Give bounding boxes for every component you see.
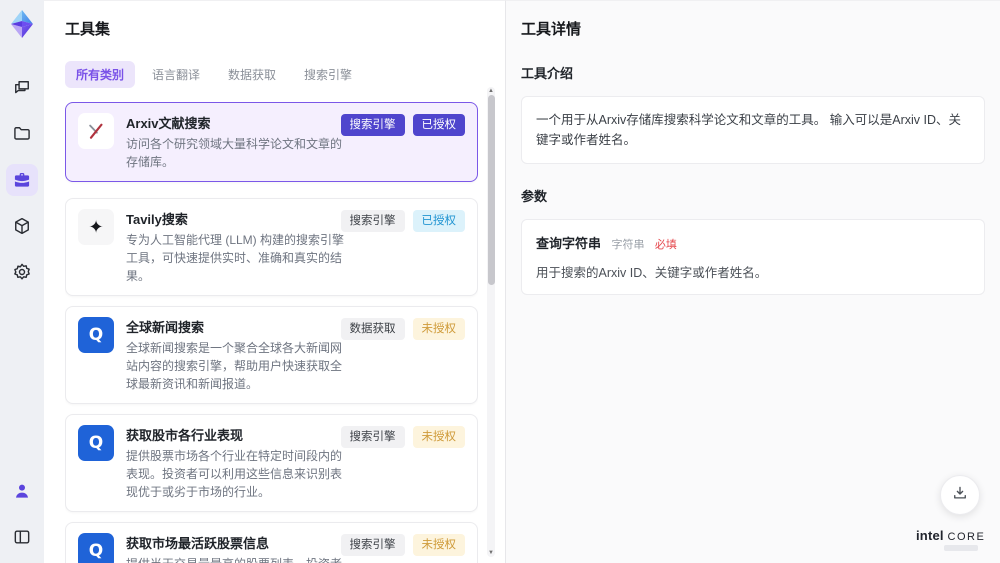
- brand-core: CORE: [947, 531, 986, 543]
- sidebar-item-account[interactable]: [6, 475, 38, 507]
- tool-description: 提供股票市场各个行业在特定时间段内的表现。投资者可以利用这些信息来识别表现优于或…: [126, 449, 343, 499]
- category-badge: 搜索引擎: [340, 210, 405, 233]
- category-badge: 数据获取: [340, 318, 405, 341]
- sidebar-item-collapse[interactable]: [6, 521, 38, 553]
- chat-icon: [12, 78, 32, 98]
- stock-q-icon: Q: [78, 533, 114, 563]
- auth-status-badge: 未授权: [412, 318, 465, 341]
- param-required-badge: 必填: [654, 239, 677, 251]
- tool-description: 全球新闻搜索是一个聚合全球各大新闻网站内容的搜索引擎，帮助用户快速获取全球最新资…: [126, 341, 343, 391]
- download-button[interactable]: [940, 475, 980, 515]
- auth-status-badge: 未授权: [412, 534, 465, 557]
- category-badge: 搜索引擎: [340, 534, 405, 557]
- tool-name: Arxiv文献搜索: [126, 116, 211, 131]
- intro-box: 一个用于从Arxiv存储库搜索科学论文和文章的工具。 输入可以是Arxiv ID…: [521, 96, 985, 164]
- tool-name: 全球新闻搜索: [126, 320, 205, 335]
- param-type: 字符串: [611, 239, 645, 251]
- gear-icon: [12, 262, 32, 282]
- sidebar-item-tools[interactable]: [6, 164, 38, 196]
- folder-icon: [12, 124, 32, 144]
- app-logo-icon: [7, 8, 37, 40]
- intro-text: 一个用于从Arxiv存储库搜索科学论文和文章的工具。 输入可以是Arxiv ID…: [536, 113, 962, 147]
- scrollbar-thumb[interactable]: [487, 95, 495, 285]
- page-title: 工具集: [65, 21, 111, 38]
- category-badge: 搜索引擎: [340, 114, 405, 137]
- sidebar-item-chat[interactable]: [6, 72, 38, 104]
- brand-sub-mark: [944, 545, 978, 551]
- tool-card-sector-performance[interactable]: Q 获取股市各行业表现 提供股票市场各个行业在特定时间段内的表现。投资者可以利用…: [65, 414, 478, 512]
- tool-card-tavily[interactable]: ✦ Tavily搜索 专为人工智能代理 (LLM) 构建的搜索引擎工具，可快速提…: [65, 198, 478, 296]
- sidebar-item-packages[interactable]: [6, 210, 38, 242]
- tool-description: 提供当天交易量最高的股票列表。投资者可以利用这些信息来识别流动性强的股票和潜在的…: [126, 555, 347, 563]
- tool-name: Tavily搜索: [126, 212, 188, 227]
- tool-card-most-active-stocks[interactable]: Q 获取市场最活跃股票信息 提供当天交易量最高的股票列表。投资者可以利用这些信息…: [65, 522, 478, 563]
- brand-intel: intel: [916, 528, 944, 543]
- details-title: 工具详情: [521, 21, 582, 38]
- tab-all-categories[interactable]: 所有类别: [65, 61, 136, 88]
- sidebar-item-files[interactable]: [6, 118, 38, 150]
- param-name: 查询字符串: [536, 236, 602, 251]
- tool-details-panel: 工具详情 工具介绍 一个用于从Arxiv存储库搜索科学论文和文章的工具。 输入可…: [505, 0, 1000, 563]
- scroll-down-icon[interactable]: ▼: [488, 550, 494, 556]
- params-section-header: 参数: [521, 189, 548, 204]
- auth-status-badge: 已授权: [412, 210, 465, 233]
- tab-data-fetch[interactable]: 数据获取: [217, 61, 287, 88]
- user-icon: [12, 481, 32, 501]
- intro-section-header: 工具介绍: [521, 66, 574, 81]
- tool-list-panel: 工具集 所有类别 语言翻译 数据获取 搜索引擎 Arxiv文献搜索 访问各个研究…: [44, 0, 505, 563]
- sidebar-item-settings[interactable]: [6, 256, 38, 288]
- tab-language-translation[interactable]: 语言翻译: [141, 61, 211, 88]
- sidebar: [0, 0, 44, 563]
- tool-name: 获取市场最活跃股票信息: [126, 536, 270, 551]
- tool-card-arxiv[interactable]: Arxiv文献搜索 访问各个研究领域大量科学论文和文章的存储库。 搜索引擎 已授…: [65, 102, 478, 182]
- scroll-up-icon[interactable]: ▲: [488, 88, 494, 94]
- param-description: 用于搜索的Arxiv ID、关键字或作者姓名。: [536, 266, 768, 280]
- tool-card-global-news[interactable]: Q 全球新闻搜索 全球新闻搜索是一个聚合全球各大新闻网站内容的搜索引擎，帮助用户…: [65, 306, 478, 404]
- sparkle-icon: ✦: [78, 209, 114, 245]
- download-icon: [951, 484, 969, 507]
- tool-description: 访问各个研究领域大量科学论文和文章的存储库。: [126, 137, 343, 169]
- param-box: 查询字符串 字符串 必填 用于搜索的Arxiv ID、关键字或作者姓名。: [521, 219, 985, 295]
- tool-description: 专为人工智能代理 (LLM) 构建的搜索引擎工具，可快速提供实时、准确和真实的结…: [126, 233, 345, 283]
- list-scrollbar[interactable]: ▲ ▼: [487, 87, 495, 557]
- category-tabs: 所有类别 语言翻译 数据获取 搜索引擎: [65, 61, 505, 88]
- stock-q-icon: Q: [78, 425, 114, 461]
- tool-list: Arxiv文献搜索 访问各个研究领域大量科学论文和文章的存储库。 搜索引擎 已授…: [65, 102, 478, 563]
- news-q-icon: Q: [78, 317, 114, 353]
- toolbox-icon: [12, 170, 32, 190]
- auth-status-badge: 未授权: [412, 426, 465, 449]
- intel-core-logo: intel CORE: [916, 528, 986, 551]
- tab-search-engine[interactable]: 搜索引擎: [293, 61, 363, 88]
- package-icon: [12, 216, 32, 236]
- panel-toggle-icon: [12, 527, 32, 547]
- tool-name: 获取股市各行业表现: [126, 428, 244, 443]
- arxiv-logo-icon: [78, 113, 114, 149]
- category-badge: 搜索引擎: [340, 426, 405, 449]
- auth-status-badge: 已授权: [412, 114, 465, 137]
